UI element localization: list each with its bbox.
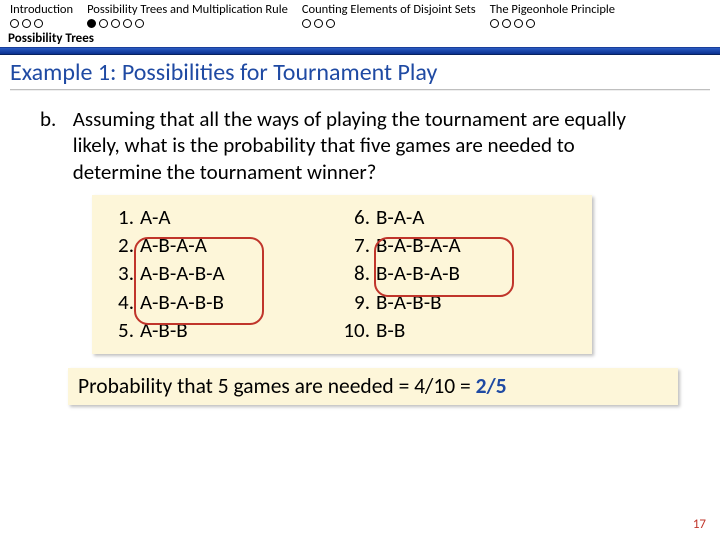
divider-bar bbox=[0, 47, 720, 55]
section-subheading: Possibility Trees bbox=[0, 28, 720, 47]
answer-value: A-A bbox=[140, 203, 171, 231]
answer-item: 6.B-A-A bbox=[342, 203, 578, 231]
answer-number: 8. bbox=[342, 259, 376, 287]
answer-box: 1.A-A2.A-B-A-A3.A-B-A-B-A4.A-B-A-B-B5.A-… bbox=[92, 195, 592, 355]
highlight-ring-left bbox=[134, 237, 264, 325]
slide-title: Example 1: Possibilities for Tournament … bbox=[0, 55, 720, 87]
answer-number: 9. bbox=[342, 288, 376, 316]
nav-item: Introduction bbox=[10, 2, 73, 28]
nav-item: Counting Elements of Disjoint Sets bbox=[302, 2, 476, 28]
nav-dot bbox=[10, 19, 19, 28]
answer-value: B-A-A bbox=[376, 203, 424, 231]
probability-result: Probability that 5 games are needed = 4/… bbox=[68, 368, 678, 405]
nav-label: Introduction bbox=[10, 2, 73, 17]
probability-value: 2/5 bbox=[476, 373, 507, 399]
answer-number: 5. bbox=[106, 316, 140, 344]
section-nav: Introduction Possibility Trees and Multip… bbox=[0, 0, 720, 28]
nav-label: The Pigeonhole Principle bbox=[490, 2, 615, 17]
nav-dot bbox=[514, 19, 523, 28]
nav-dot bbox=[123, 19, 132, 28]
nav-label: Possibility Trees and Multiplication Rul… bbox=[87, 2, 288, 17]
nav-item: The Pigeonhole Principle bbox=[490, 2, 615, 28]
nav-progress-dots bbox=[87, 19, 144, 28]
nav-dot bbox=[111, 19, 120, 28]
highlight-ring-right bbox=[374, 237, 514, 297]
answer-item: 1.A-A bbox=[106, 203, 342, 231]
answer-number: 7. bbox=[342, 231, 376, 259]
nav-item: Possibility Trees and Multiplication Rul… bbox=[87, 2, 288, 28]
question-label: b. bbox=[40, 106, 68, 132]
question-block: b. Assuming that all the ways of playing… bbox=[0, 90, 720, 405]
question-text: Assuming that all the ways of playing th… bbox=[73, 106, 663, 185]
answer-value: B-B bbox=[376, 316, 405, 344]
nav-progress-dots bbox=[10, 19, 43, 28]
answer-number: 6. bbox=[342, 203, 376, 231]
probability-prefix: Probability that 5 games are needed = 4/… bbox=[78, 373, 476, 399]
answer-item: 10.B-B bbox=[342, 316, 578, 344]
nav-dot bbox=[99, 19, 108, 28]
answer-number: 10. bbox=[342, 316, 376, 344]
answer-number: 1. bbox=[106, 203, 140, 231]
nav-label: Counting Elements of Disjoint Sets bbox=[302, 2, 476, 17]
nav-progress-dots bbox=[490, 19, 535, 28]
nav-dot bbox=[314, 19, 323, 28]
nav-dot bbox=[526, 19, 535, 28]
page-number: 17 bbox=[693, 517, 706, 532]
nav-dot bbox=[502, 19, 511, 28]
nav-dot bbox=[22, 19, 31, 28]
nav-dot bbox=[34, 19, 43, 28]
nav-dot bbox=[135, 19, 144, 28]
nav-progress-dots bbox=[302, 19, 335, 28]
nav-dot bbox=[302, 19, 311, 28]
nav-dot bbox=[87, 19, 96, 28]
nav-dot bbox=[490, 19, 499, 28]
nav-dot bbox=[326, 19, 335, 28]
